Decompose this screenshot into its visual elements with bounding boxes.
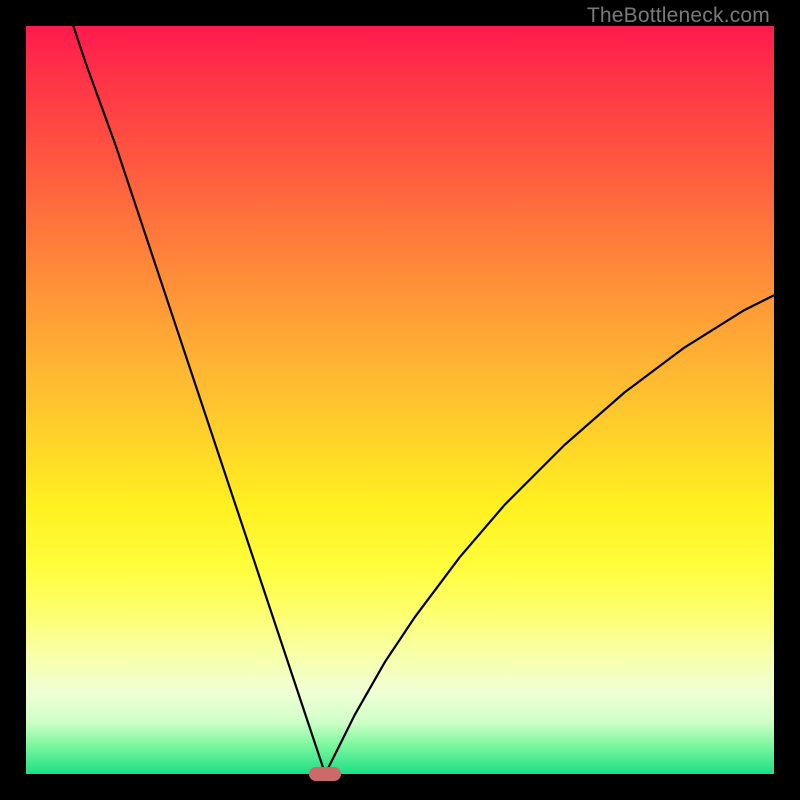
min-point-marker xyxy=(309,767,341,781)
plot-area xyxy=(26,26,774,774)
curve-svg xyxy=(26,26,774,774)
watermark-text: TheBottleneck.com xyxy=(587,4,770,28)
chart-frame: TheBottleneck.com xyxy=(0,0,800,800)
bottleneck-curve xyxy=(26,26,774,774)
